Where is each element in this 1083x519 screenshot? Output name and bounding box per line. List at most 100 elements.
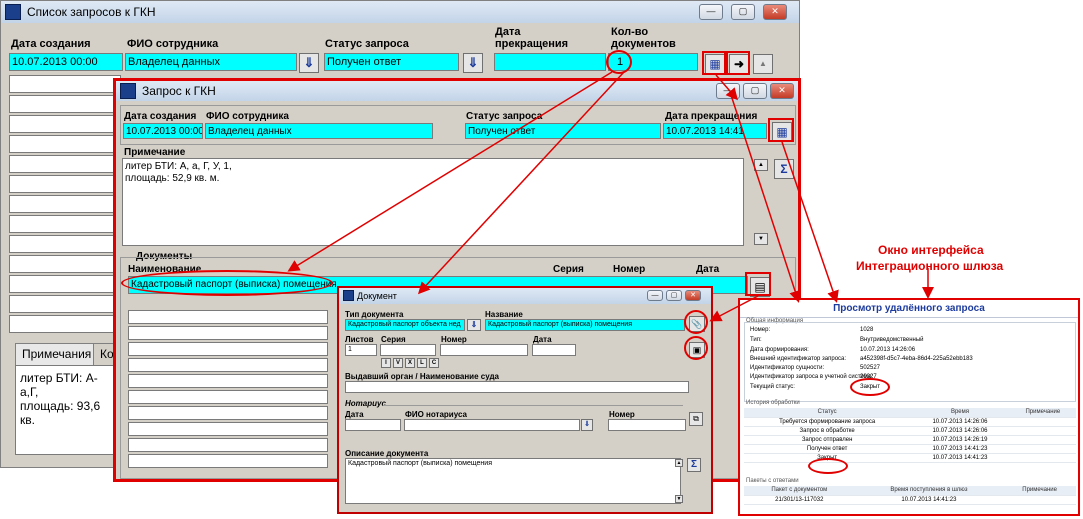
series-field[interactable] [380, 344, 436, 356]
list-row[interactable] [9, 75, 121, 93]
end-date-field[interactable] [494, 53, 606, 71]
created-field[interactable]: 10.07.2013 00:00 [9, 53, 123, 71]
col-employee-label: ФИО сотрудника [206, 111, 289, 122]
scroll-down-icon[interactable]: ▼ [675, 495, 683, 503]
sigma-icon[interactable]: Σ [774, 159, 794, 179]
close-button[interactable]: ✕ [763, 4, 787, 20]
roman-button-c[interactable]: C [429, 358, 439, 368]
maximize-button[interactable]: ▢ [731, 4, 755, 20]
scroll-up-icon[interactable]: ▲ [754, 159, 768, 171]
general-info-box [744, 322, 1076, 402]
end-date-field[interactable]: 10.07.2013 14:41 [663, 123, 767, 139]
notary-number-field[interactable] [608, 419, 686, 431]
list-row[interactable] [9, 275, 121, 293]
list-row[interactable] [9, 215, 121, 233]
field-label: Дата формирования: [750, 347, 809, 353]
list-row[interactable] [9, 255, 121, 273]
notary-name-field[interactable] [404, 419, 580, 431]
list-row[interactable] [9, 295, 121, 313]
history-col: Примечание [1009, 408, 1076, 418]
status-field[interactable]: Получен ответ [465, 123, 661, 139]
minimize-button[interactable]: — [647, 290, 663, 301]
employee-field[interactable]: Владелец данных [125, 53, 297, 71]
col-end-label-2: прекращения [495, 38, 569, 50]
field-value: Внутриведомственный [860, 337, 924, 343]
packages-col: Время поступления в шлюз [854, 486, 1004, 496]
document-window: Документ — ▢ ✕ Тип документа Название Ка… [337, 286, 713, 514]
list-row[interactable] [9, 135, 121, 153]
col-created-label: Дата создания [124, 111, 197, 122]
list-row[interactable] [9, 315, 121, 333]
history-label: История обработки [746, 400, 800, 406]
maximize-button[interactable]: ▢ [666, 290, 682, 301]
history-status: Запрос отправлен [744, 435, 911, 445]
remote-view-title: Просмотр удалённого запроса [740, 300, 1078, 318]
issuer-field[interactable] [345, 381, 689, 393]
roman-button-i[interactable]: I [381, 358, 391, 368]
sigma-icon[interactable]: Σ [687, 458, 701, 472]
doc-type-field[interactable]: Кадастровый паспорт объекта нед [345, 319, 465, 331]
notary-name-label: ФИО нотариуса [405, 410, 467, 419]
document-row-empty[interactable] [128, 310, 328, 324]
document-row-empty[interactable] [128, 438, 328, 452]
scroll-up-icon[interactable]: ▲ [753, 54, 773, 74]
app-icon [120, 83, 136, 99]
employee-dropdown-arrow-icon[interactable]: ⇓ [299, 53, 319, 73]
notary-date-field[interactable] [345, 419, 401, 431]
copy-icon[interactable]: ⧉ [689, 412, 703, 426]
note-line: площадь: 52,9 кв. м. [125, 173, 220, 184]
list-row[interactable] [9, 95, 121, 113]
request-titlebar: Запрос к ГКН — ▢ ✕ [116, 81, 798, 101]
scroll-up-icon[interactable]: ▲ [675, 459, 683, 467]
scanner-highlight-ring [684, 336, 708, 360]
history-note [1009, 453, 1076, 463]
history-time: 10.07.2013 14:26:19 [910, 435, 1010, 445]
roman-button-l[interactable]: L [417, 358, 427, 368]
document-row-empty[interactable] [128, 374, 328, 388]
notes-area[interactable]: литер БТИ: А-а,Г, площадь: 93,6 кв. [15, 365, 115, 455]
list-row[interactable] [9, 195, 121, 213]
history-note [1009, 426, 1076, 436]
list-row[interactable] [9, 235, 121, 253]
col-series-label: Серия [553, 264, 584, 275]
document-row-empty[interactable] [128, 326, 328, 340]
list-row[interactable] [9, 155, 121, 173]
sheets-field[interactable]: 1 [345, 344, 377, 356]
document-row-empty[interactable] [128, 358, 328, 372]
list-row[interactable] [9, 175, 121, 193]
document-titlebar: Документ — ▢ ✕ [339, 288, 711, 304]
document-row-empty[interactable] [128, 454, 328, 468]
status-dropdown-arrow-icon[interactable]: ⇓ [463, 53, 483, 73]
minimize-button[interactable]: — [716, 83, 740, 99]
desc-area[interactable]: Кадастровый паспорт (выписка) помещения [345, 458, 681, 504]
document-row-empty[interactable] [128, 390, 328, 404]
notary-separator [383, 405, 683, 406]
document-row-empty[interactable] [128, 422, 328, 436]
status-field[interactable]: Получен ответ [324, 53, 459, 71]
list-row[interactable] [9, 115, 121, 133]
notary-dropdown-arrow-icon[interactable]: ⇓ [581, 419, 593, 431]
scroll-down-icon[interactable]: ▼ [754, 233, 768, 245]
document-row-empty[interactable] [128, 342, 328, 356]
table-row[interactable]: 21/301/13-117032 10.07.2013 14:41:23 [744, 495, 1076, 505]
created-field[interactable]: 10.07.2013 00:00 [123, 123, 203, 139]
history-note [1009, 435, 1076, 445]
date-field[interactable] [532, 344, 576, 356]
field-label: Тип: [750, 337, 762, 343]
note-area[interactable]: литер БТИ: А, а, Г, У, 1, площадь: 52,9 … [122, 158, 744, 246]
close-button[interactable]: ✕ [685, 290, 701, 301]
doc-type-dropdown-arrow-icon[interactable]: ⇓ [467, 319, 481, 331]
number-field[interactable] [440, 344, 528, 356]
table-row: Получен ответ 10.07.2013 14:41:23 [744, 444, 1076, 454]
minimize-button[interactable]: — [699, 4, 723, 20]
employee-field[interactable]: Владелец данных [205, 123, 433, 139]
main-title: Список запросов к ГКН [27, 5, 156, 19]
roman-button-v[interactable]: V [393, 358, 403, 368]
maximize-button[interactable]: ▢ [743, 83, 767, 99]
notary-number-label: Номер [609, 410, 635, 419]
roman-button-x[interactable]: X [405, 358, 415, 368]
tab-notes[interactable]: Примечания [15, 343, 99, 365]
document-row-empty[interactable] [128, 406, 328, 420]
doc-name-field[interactable]: Кадастровый паспорт (выписка) помещения [485, 319, 685, 331]
close-button[interactable]: ✕ [770, 83, 794, 99]
